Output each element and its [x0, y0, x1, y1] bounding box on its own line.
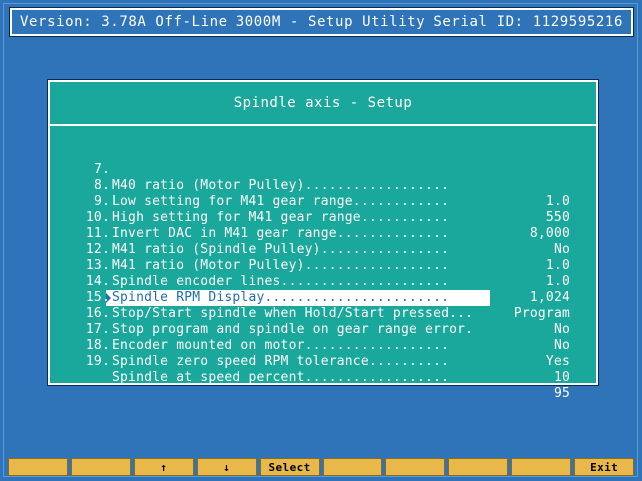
setting-row[interactable]: 11. M41 ratio (Spindle Pulley)..........…	[50, 210, 596, 273]
dialog-title: Spindle axis - Setup	[50, 82, 596, 126]
setting-row[interactable]: 18. Spindle zero speed RPM tolerance....…	[50, 322, 596, 385]
setting-label: Spindle at speed percent................…	[112, 370, 450, 385]
setting-value: Yes	[545, 354, 570, 369]
f7-key[interactable]	[385, 458, 446, 476]
setup-dialog: Spindle axis - Setup 7. M40 ratio (Motor…	[47, 79, 599, 401]
function-key-bar: ↑ ↓ Select Exit	[8, 458, 635, 476]
f6-key[interactable]	[322, 458, 383, 476]
setting-label: Spindle zero speed RPM tolerance........…	[112, 354, 450, 369]
setting-value: 10	[553, 370, 570, 385]
setting-row[interactable]: 10. Invert DAC in M41 gear range........…	[50, 194, 596, 257]
setting-row-selected[interactable]: 14. Spindle RPM Display.................…	[50, 258, 596, 321]
exit-button[interactable]: Exit	[574, 458, 635, 476]
setting-row[interactable]: 12. M41 ratio (Motor Pulley)............…	[50, 226, 596, 289]
setting-row[interactable]: 17. Encoder mounted on motor............…	[50, 306, 596, 369]
arrow-up-icon[interactable]: ↑	[133, 458, 194, 476]
setting-row[interactable]: 15. Stop/Start spindle when Hold/Start p…	[50, 274, 596, 337]
setting-row[interactable]: 8. Low setting for M41 gear range.......…	[50, 162, 596, 225]
setting-row[interactable]: 9. High setting for M41 gear range......…	[50, 178, 596, 241]
title-bar: Version: 3.78A Off-Line 3000M - Setup Ut…	[9, 7, 634, 37]
f9-key[interactable]	[511, 458, 572, 476]
setting-row[interactable]: 19. Spindle at speed percent............…	[50, 338, 596, 401]
version-label: Version: 3.78A Off-Line	[20, 14, 228, 30]
setting-row[interactable]: 16. Stop program and spindle on gear ran…	[50, 290, 596, 353]
serial-id: Serial ID: 1129595216	[433, 14, 623, 30]
setting-value: 95	[553, 386, 570, 401]
settings-list: 7. M40 ratio (Motor Pulley).............…	[50, 146, 596, 401]
setting-number: 19.	[85, 354, 110, 369]
f8-key[interactable]	[448, 458, 509, 476]
setting-row[interactable]: 7. M40 ratio (Motor Pulley).............…	[50, 146, 596, 209]
setting-row[interactable]: 13. Spindle encoder lines...............…	[50, 242, 596, 305]
f1-key[interactable]	[8, 458, 68, 476]
select-button[interactable]: Select	[259, 458, 320, 476]
app-title: 3000M - Setup Utility	[235, 14, 426, 30]
arrow-down-icon[interactable]: ↓	[196, 458, 257, 476]
f2-key[interactable]	[70, 458, 131, 476]
